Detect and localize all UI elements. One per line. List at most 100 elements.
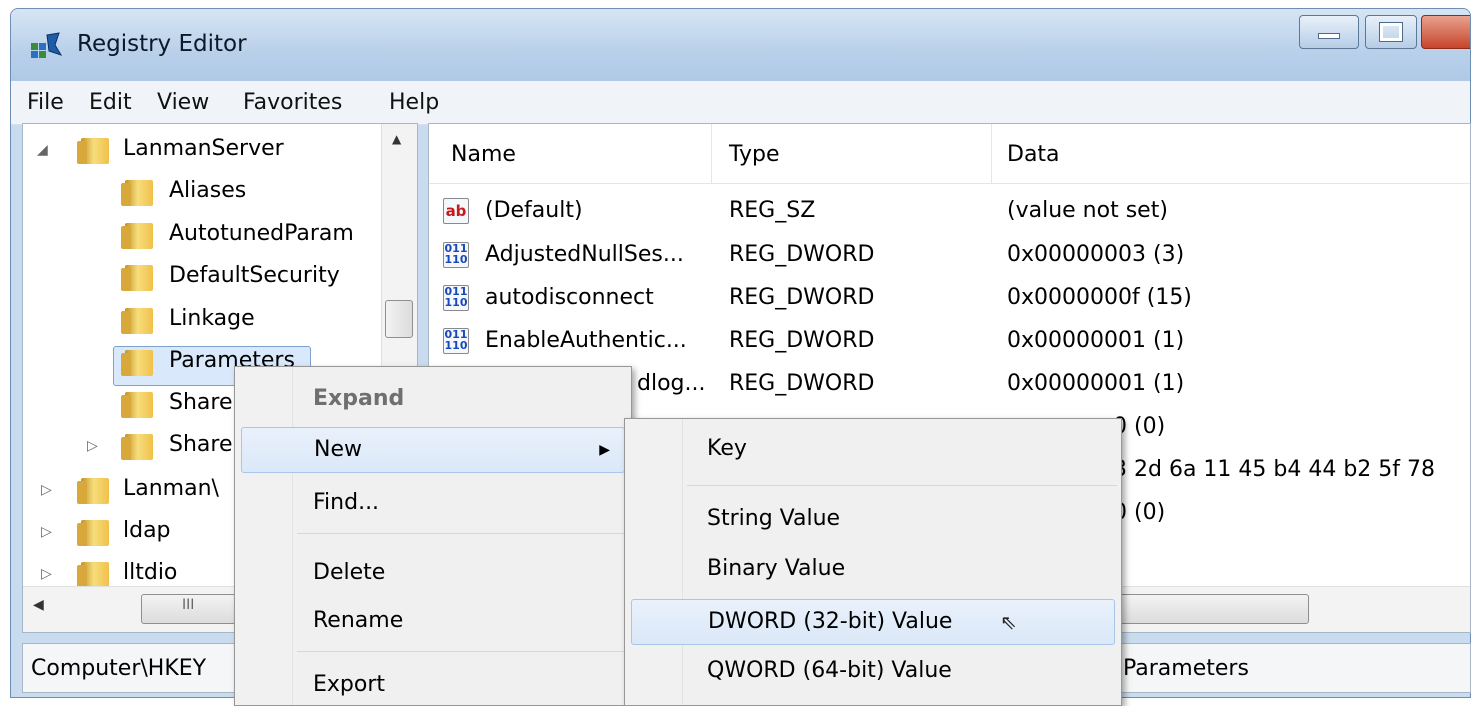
menu-separator [687,485,1117,486]
minimize-button[interactable] [1299,15,1359,49]
value-row[interactable]: 011 110 AdjustedNullSes... REG_DWORD 0x0… [429,234,1470,277]
submenu-item-key[interactable]: Key [631,427,1115,473]
value-data: 0x00000001 (1) [1007,371,1185,396]
window-title: Registry Editor [77,31,247,57]
menu-item-new[interactable]: New ▶ [241,427,625,473]
menu-item-label: String Value [707,506,841,531]
value-name: (Default) [485,198,583,223]
maximize-icon [1379,22,1403,42]
tree-item-aliases[interactable]: Aliases [23,172,383,212]
tree-item-label: LanmanServer [123,136,284,161]
folder-icon [77,478,109,504]
scrollbar-thumb[interactable]: III [141,594,237,624]
menu-item-label: QWORD (64-bit) Value [707,658,952,683]
value-data: 0x00000003 (3) [1007,242,1185,267]
folder-icon [77,562,109,588]
menu-help[interactable]: Help [389,90,439,115]
submenu-item-dword-value[interactable]: DWORD (32-bit) Value [631,599,1115,645]
binary-value-icon: 011 110 [443,328,469,354]
menu-item-label: New [314,437,362,462]
scrollbar-thumb[interactable] [385,300,413,338]
scrollbar-grip-icon: III [182,597,195,613]
tree-item-autotunedparam[interactable]: AutotunedParam [23,215,383,255]
submenu-item-qword-value[interactable]: QWORD (64-bit) Value [631,649,1115,695]
menu-item-label: Delete [313,560,386,585]
close-button[interactable] [1421,15,1470,49]
value-type: REG_DWORD [729,285,875,310]
scroll-left-icon[interactable]: ◀ [33,597,44,613]
menu-item-find[interactable]: Find... [241,481,625,527]
column-header-data[interactable]: Data [1007,142,1060,167]
minimize-icon [1318,32,1340,39]
status-path-start: Computer\HKEY [31,656,207,681]
submenu-item-binary-value[interactable]: Binary Value [631,547,1115,593]
menu-item-label: Export [313,672,386,697]
value-name: AdjustedNullSes... [485,242,684,267]
menu-item-label: Expand [313,386,405,411]
menu-item-export[interactable]: Export [241,663,625,706]
value-row[interactable]: 011 110 autodisconnect REG_DWORD 0x00000… [429,277,1470,320]
menu-item-rename[interactable]: Rename [241,599,625,645]
value-data: 0x00000001 (1) [1007,328,1185,353]
tree-item-label: lltdio [123,560,178,585]
tree-item-label: Aliases [169,178,247,203]
menu-bar: File Edit View Favorites Help [11,81,1470,125]
value-type: REG_DWORD [729,371,875,396]
maximize-button[interactable] [1365,15,1417,49]
menu-item-label: Rename [313,608,404,633]
scroll-up-icon[interactable]: ▲ [392,132,401,146]
binary-value-icon: 011 110 [443,242,469,268]
menu-favorites[interactable]: Favorites [243,90,342,115]
value-type: REG_DWORD [729,328,875,353]
menu-separator [297,651,627,652]
registry-editor-icon [31,32,63,58]
tree-item-linkage[interactable]: Linkage [23,300,383,340]
column-headers: Name Type Data [429,124,1470,184]
tree-item-label: ldap [123,518,171,543]
scrollbar-thumb[interactable] [1119,594,1309,624]
binary-value-icon: 011 110 [443,285,469,311]
menu-item-label: Find... [313,490,380,515]
value-data: (value not set) [1007,198,1168,223]
folder-icon [121,223,153,249]
folder-icon [121,350,153,376]
menu-edit[interactable]: Edit [89,90,132,115]
expand-icon[interactable]: ▷ [41,566,52,582]
collapse-icon[interactable]: ◢ [37,142,48,158]
submenu-item-string-value[interactable]: String Value [631,497,1115,543]
submenu-arrow-icon: ▶ [599,442,610,458]
new-submenu: Key String Value Binary Value DWORD (32-… [624,418,1122,706]
tree-item-lanmanserver[interactable]: ◢ LanmanServer [23,130,383,170]
value-row[interactable]: ab (Default) REG_SZ (value not set) [429,190,1470,233]
folder-icon [121,392,153,418]
tree-item-label: DefaultSecurity [169,263,340,288]
value-name: dlog... [637,371,706,396]
tree-item-label: Lanman\ [123,476,219,501]
tree-item-label: AutotunedParam [169,221,354,246]
menu-item-delete[interactable]: Delete [241,551,625,597]
column-divider[interactable] [991,124,992,184]
menu-item-expand[interactable]: Expand [241,377,625,423]
status-path-end: Parameters [1123,656,1249,681]
tree-item-defaultsecurity[interactable]: DefaultSecurity [23,257,383,297]
menu-separator [297,533,627,534]
value-name: autodisconnect [485,285,654,310]
column-divider[interactable] [711,124,712,184]
title-bar[interactable]: Registry Editor [11,9,1470,81]
folder-icon [121,434,153,460]
column-header-name[interactable]: Name [451,142,516,167]
mouse-cursor-icon: ⇖ [1000,610,1017,634]
expand-icon[interactable]: ▷ [87,438,98,454]
tree-item-label: Share [169,390,233,415]
value-row[interactable]: 011 110 EnableAuthentic... REG_DWORD 0x0… [429,320,1470,363]
value-name: EnableAuthentic... [485,328,687,353]
column-header-type[interactable]: Type [729,142,780,167]
menu-file[interactable]: File [27,90,64,115]
menu-item-label: DWORD (32-bit) Value [708,609,953,634]
expand-icon[interactable]: ▷ [41,524,52,540]
menu-item-label: Binary Value [707,556,846,581]
tree-item-label: Share [169,432,233,457]
menu-view[interactable]: View [157,90,209,115]
value-type: REG_DWORD [729,242,875,267]
expand-icon[interactable]: ▷ [41,482,52,498]
